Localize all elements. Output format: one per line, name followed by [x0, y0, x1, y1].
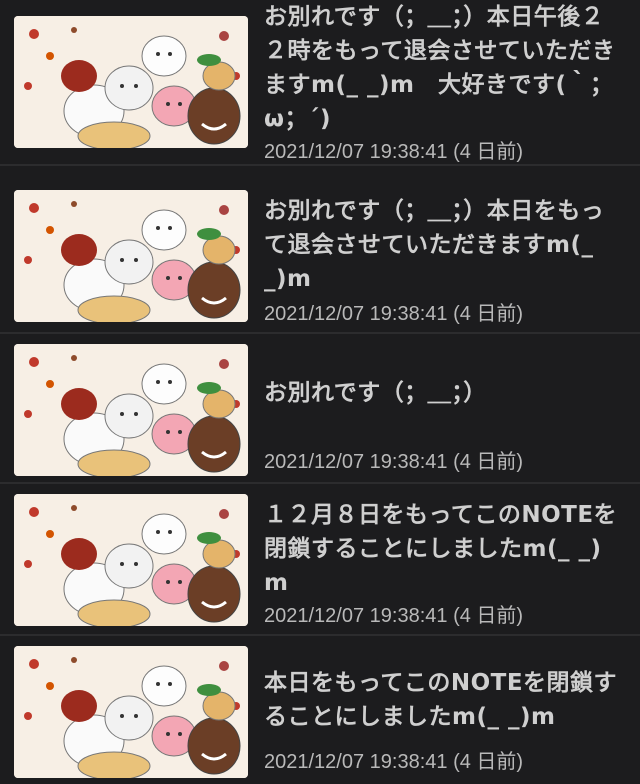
note-thumbnail: [14, 646, 248, 778]
cartoon-characters-icon: [14, 16, 248, 148]
list-item[interactable]: お別れです（；＿；）本日午後２２時をもって退会させていただきますm(_ _)m …: [0, 0, 640, 166]
note-thumbnail: [14, 494, 248, 626]
list-item[interactable]: お別れです（；＿；） 2021/12/07 19:38:41 (4 日前): [0, 334, 640, 484]
note-title: お別れです（；＿；）本日をもって退会させていただきますm(_ _)m: [264, 198, 605, 292]
cartoon-characters-icon: [14, 494, 248, 626]
note-title: 本日をもってこのNOTEを閉鎖することにしましたm(_ _)m: [264, 670, 618, 730]
note-date: 2021/12/07 19:38:41 (4 日前): [264, 605, 524, 627]
note-title: お別れです（；＿；）: [264, 380, 487, 406]
cartoon-characters-icon: [14, 344, 248, 476]
note-thumbnail: [14, 344, 248, 476]
note-thumbnail: [14, 16, 248, 148]
note-thumbnail: [14, 190, 248, 322]
list-item[interactable]: お別れです（；＿；）本日をもって退会させていただきますm(_ _)m 2021/…: [0, 166, 640, 334]
note-title: １２月８日をもってこのNOTEを閉鎖することにしましたm(_ _)m: [264, 502, 618, 596]
cartoon-characters-icon: [14, 646, 248, 778]
note-title: お別れです（；＿；）本日午後２２時をもって退会させていただきますm(_ _)m …: [264, 4, 616, 132]
cartoon-characters-icon: [14, 190, 248, 322]
note-date: 2021/12/07 19:38:41 (4 日前): [264, 303, 524, 325]
list-item[interactable]: １２月８日をもってこのNOTEを閉鎖することにしましたm(_ _)m 2021/…: [0, 484, 640, 636]
list-item[interactable]: 本日をもってこのNOTEを閉鎖することにしましたm(_ _)m 2021/12/…: [0, 636, 640, 784]
note-list: お別れです（；＿；）本日午後２２時をもって退会させていただきますm(_ _)m …: [0, 0, 640, 784]
note-date: 2021/12/07 19:38:41 (4 日前): [264, 141, 524, 163]
note-date: 2021/12/07 19:38:41 (4 日前): [264, 451, 524, 473]
note-date: 2021/12/07 19:38:41 (4 日前): [264, 751, 524, 773]
